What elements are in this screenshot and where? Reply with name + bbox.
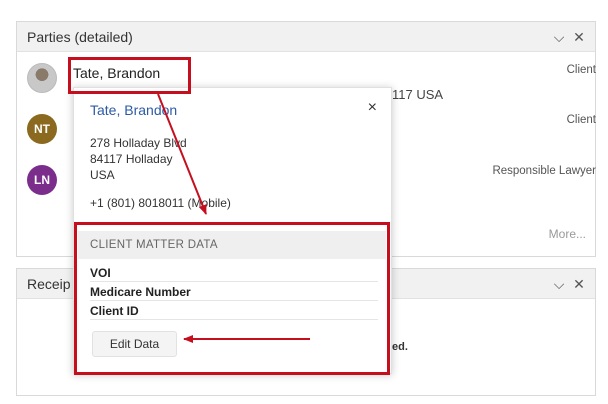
address-line-2: 84117 Holladay <box>90 152 173 166</box>
close-icon[interactable]: ✕ <box>571 25 587 49</box>
address-line-1: 278 Holladay Blvd <box>90 136 187 150</box>
close-icon[interactable]: × <box>368 98 377 118</box>
close-icon[interactable]: ✕ <box>571 272 587 296</box>
party-address-partial: 117 USA <box>392 87 444 102</box>
chevron-down-icon[interactable]: ⌵ <box>551 25 567 49</box>
more-link[interactable]: More... <box>549 227 586 241</box>
avatar-nt: NT <box>27 114 57 144</box>
receipts-panel-title: Receip <box>27 276 71 292</box>
avatar-photo <box>27 63 57 93</box>
party-role-responsible-lawyer: Responsible Lawyer <box>492 165 596 177</box>
parties-panel-title: Parties (detailed) <box>27 29 133 45</box>
popover-party-name[interactable]: Tate, Brandon <box>90 102 177 118</box>
chevron-down-icon[interactable]: ⌵ <box>551 272 567 296</box>
annotation-box-name <box>68 57 191 94</box>
party-role-client: Client <box>566 64 596 76</box>
receipts-partial-text: ed. <box>392 341 408 353</box>
parties-panel-header: Parties (detailed) ⌵ ✕ <box>17 22 595 52</box>
address-line-3: USA <box>90 168 115 182</box>
avatar-initials: LN <box>34 173 50 187</box>
phone-number[interactable]: +1 (801) 8018011 (Mobile) <box>90 196 231 210</box>
party-role-client-2: Client <box>566 114 596 126</box>
avatar-initials: NT <box>34 122 50 136</box>
avatar-ln: LN <box>27 165 57 195</box>
annotation-box-client-matter-data <box>74 222 390 375</box>
